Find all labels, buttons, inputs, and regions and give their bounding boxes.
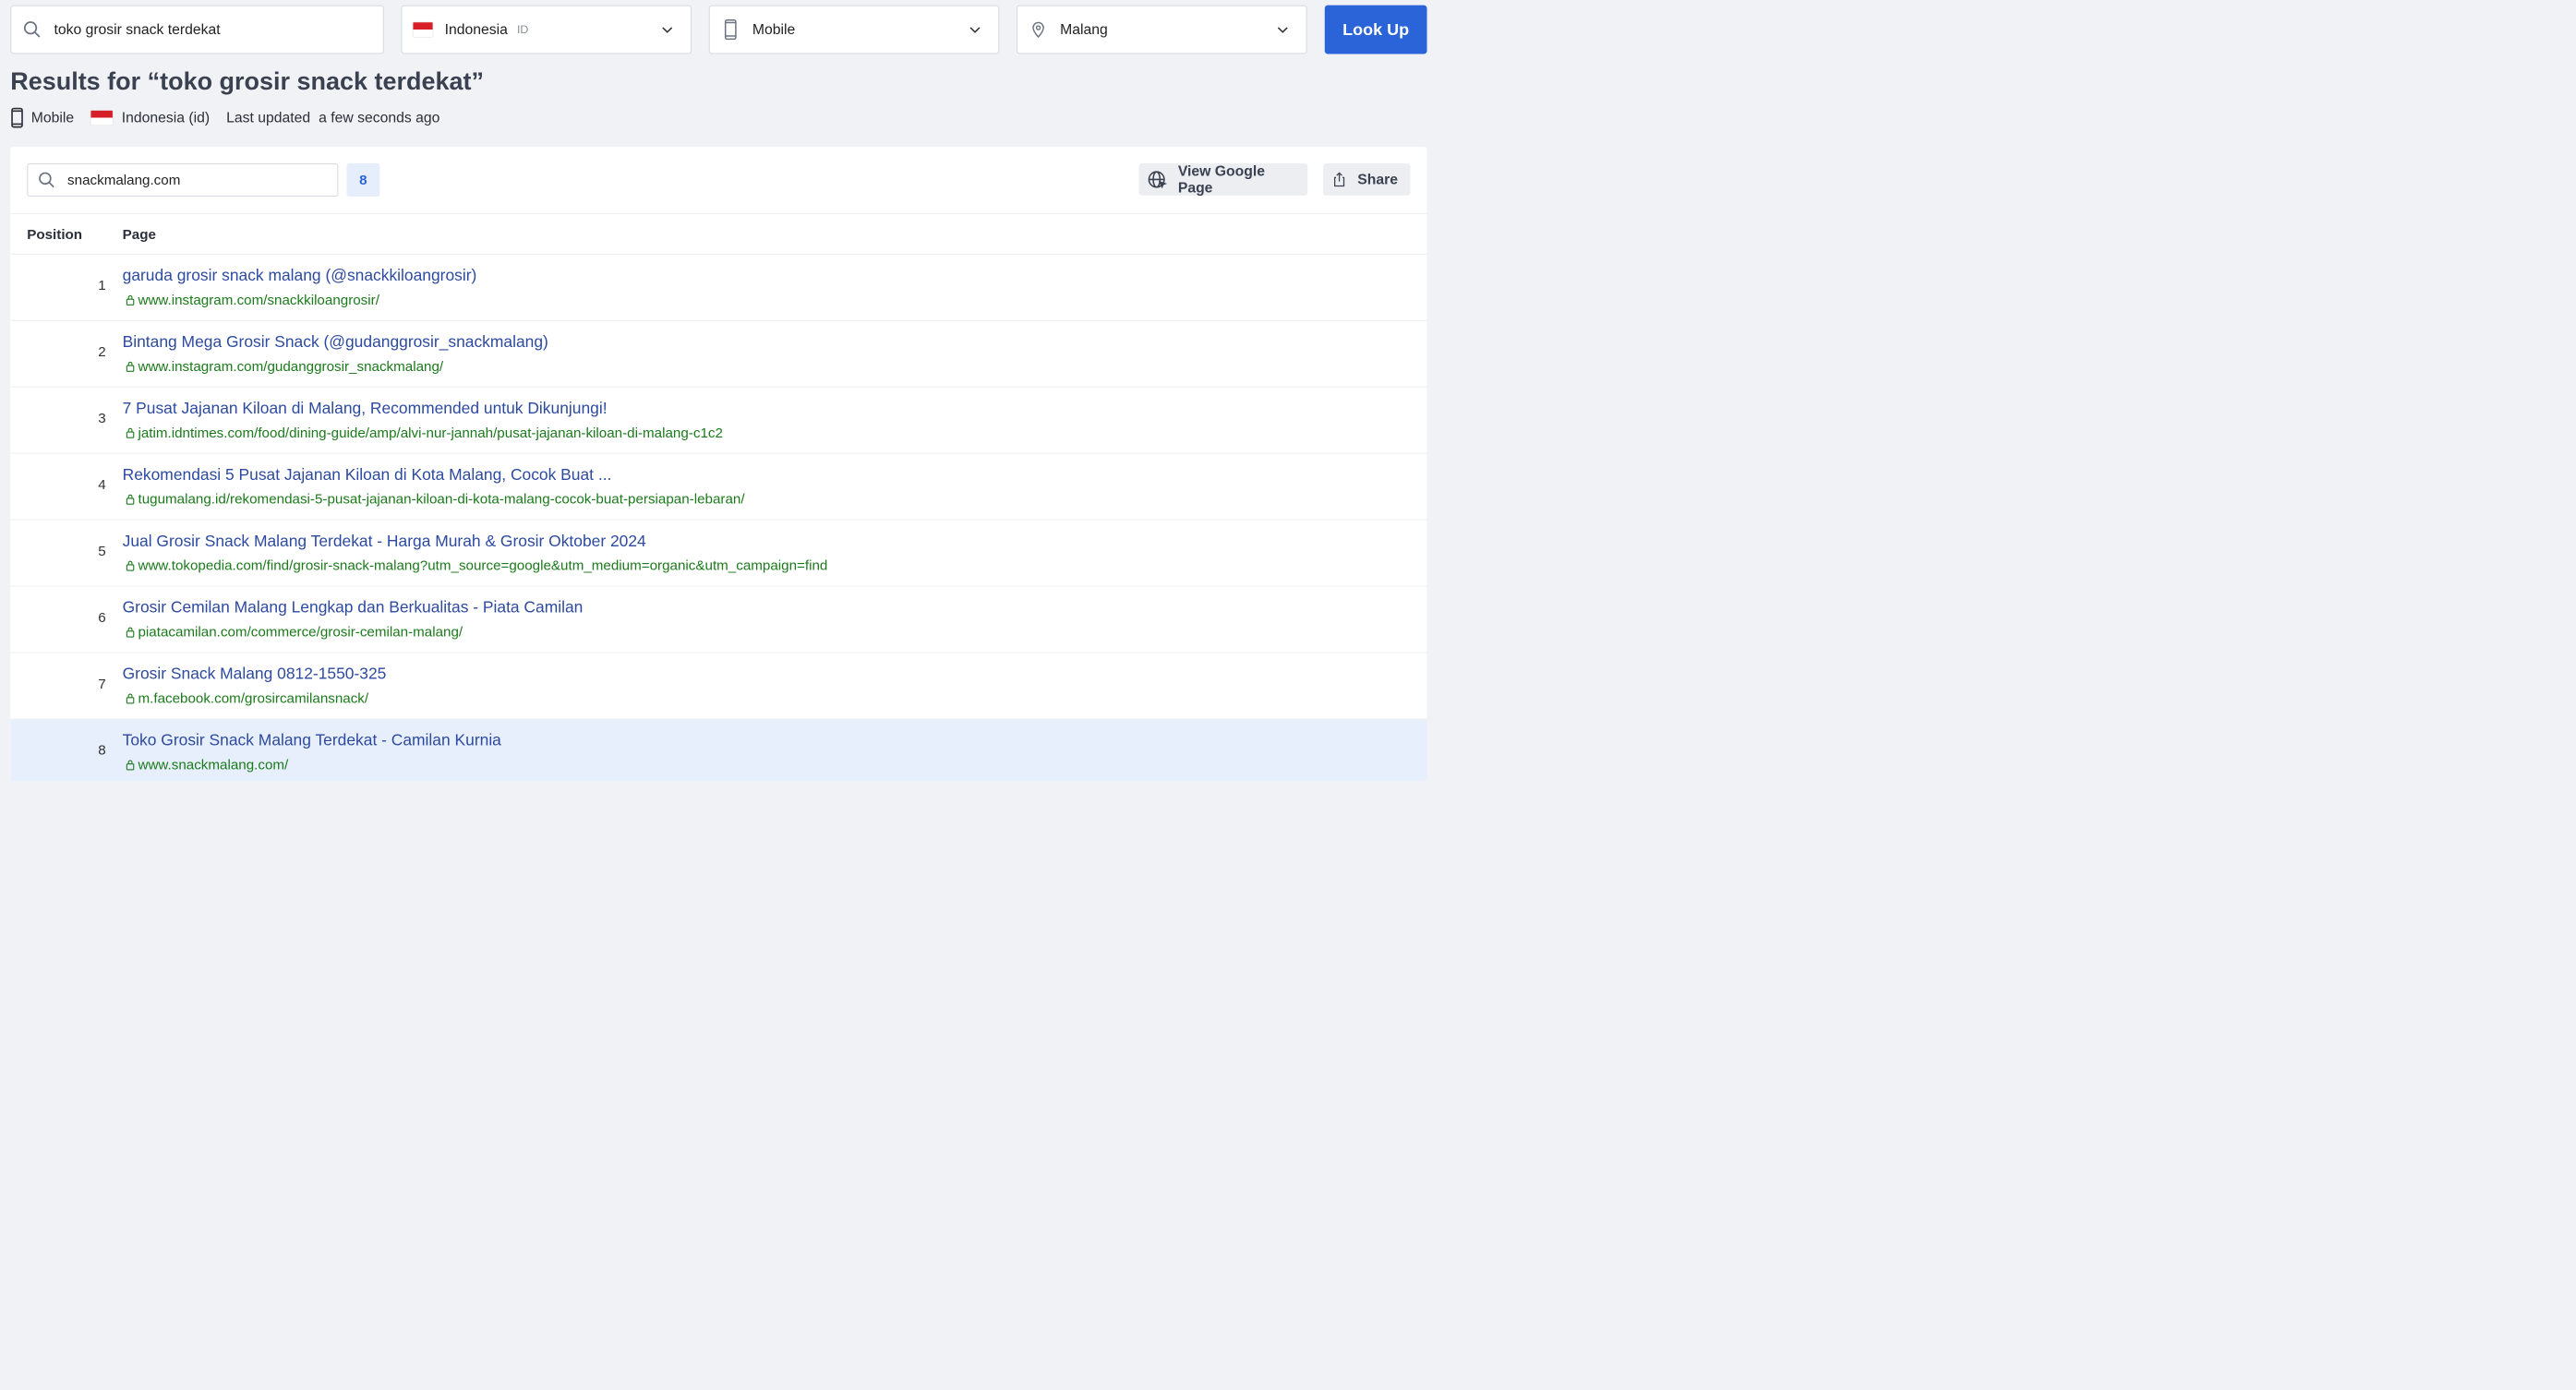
- lock-icon: [126, 627, 135, 638]
- meta-country-label: Indonesia (id): [121, 109, 211, 126]
- last-updated-value: a few seconds ago: [319, 109, 440, 126]
- meta-device-label: Mobile: [30, 109, 75, 126]
- row-position: 2: [98, 343, 106, 360]
- result-url[interactable]: tugumalang.id/rekomendasi-5-pusat-jajana…: [126, 491, 745, 507]
- column-header-position: Position: [27, 226, 83, 243]
- table-row[interactable]: 1 garuda grosir snack malang (@snackkilo…: [10, 255, 1427, 321]
- lock-icon: [126, 760, 135, 771]
- table-row[interactable]: 3 7 Pusat Jajanan Kiloan di Malang, Reco…: [10, 388, 1427, 454]
- result-title-link[interactable]: Grosir Cemilan Malang Lengkap dan Berkua…: [123, 598, 584, 617]
- result-title-link[interactable]: Jual Grosir Snack Malang Terdekat - Harg…: [123, 532, 646, 550]
- view-google-page-label: View Google Page: [1177, 162, 1265, 196]
- table-row[interactable]: 6 Grosir Cemilan Malang Lengkap dan Berk…: [10, 587, 1427, 653]
- result-title-link[interactable]: garuda grosir snack malang (@snackkiloan…: [123, 266, 477, 284]
- lock-icon: [126, 427, 135, 438]
- globe-icon: [1148, 171, 1168, 189]
- keyword-input[interactable]: toko grosir snack terdekat: [10, 5, 384, 54]
- page: toko grosir snack terdekat Indonesia ID …: [0, 0, 1448, 782]
- row-position: 6: [98, 609, 106, 626]
- meta-country: Indonesia (id): [90, 110, 210, 126]
- location-value: Malang: [1060, 21, 1108, 38]
- row-position: 5: [98, 543, 106, 559]
- chevron-down-icon: [662, 27, 673, 33]
- lock-icon: [126, 294, 135, 306]
- domain-filter-value: snackmalang.com: [67, 172, 181, 188]
- results-list: 1 garuda grosir snack malang (@snackkilo…: [10, 255, 1427, 782]
- result-title-link[interactable]: Rekomendasi 5 Pusat Jajanan Kiloan di Ko…: [123, 465, 612, 484]
- keyword-value: toko grosir snack terdekat: [54, 21, 221, 38]
- result-title-link[interactable]: 7 Pusat Jajanan Kiloan di Malang, Recomm…: [123, 399, 608, 417]
- result-url-text: www.snackmalang.com/: [138, 756, 289, 773]
- mobile-device-icon: [720, 18, 740, 41]
- table-row[interactable]: 7 Grosir Snack Malang 0812-1550-325 m.fa…: [10, 653, 1427, 720]
- result-title-link[interactable]: Grosir Snack Malang 0812-1550-325: [123, 665, 387, 683]
- device-select[interactable]: Mobile: [708, 5, 1000, 54]
- result-url[interactable]: www.tokopedia.com/find/grosir-snack-mala…: [126, 557, 827, 573]
- result-url-text: jatim.idntimes.com/food/dining-guide/amp…: [138, 425, 723, 441]
- share-button[interactable]: Share: [1323, 163, 1411, 196]
- chevron-down-icon: [969, 27, 981, 33]
- result-url-text: www.instagram.com/gudanggrosir_snackmala…: [138, 358, 444, 375]
- result-url[interactable]: www.instagram.com/gudanggrosir_snackmala…: [126, 358, 443, 374]
- result-title-link[interactable]: Toko Grosir Snack Malang Terdekat - Cami…: [123, 731, 501, 749]
- device-value: Mobile: [752, 21, 796, 38]
- result-url[interactable]: m.facebook.com/grosircamilansnack/: [126, 690, 368, 706]
- lock-icon: [126, 560, 135, 571]
- row-position: 3: [98, 410, 106, 426]
- result-url-text: piatacamilan.com/commerce/grosir-cemilan…: [138, 624, 463, 640]
- result-title-link[interactable]: Bintang Mega Grosir Snack (@gudanggrosir…: [123, 332, 548, 351]
- result-url[interactable]: piatacamilan.com/commerce/grosir-cemilan…: [126, 624, 463, 640]
- row-position: 4: [98, 476, 106, 493]
- location-select[interactable]: Malang: [1016, 5, 1307, 54]
- table-row[interactable]: 2 Bintang Mega Grosir Snack (@gudanggros…: [10, 321, 1427, 388]
- result-url-text: www.tokopedia.com/find/grosir-snack-mala…: [138, 557, 828, 574]
- flag-indonesia-icon: [412, 19, 434, 40]
- share-label: Share: [1357, 171, 1399, 187]
- result-url[interactable]: jatim.idntimes.com/food/dining-guide/amp…: [126, 425, 723, 440]
- location-pin-icon: [1028, 19, 1048, 40]
- lock-icon: [126, 361, 135, 372]
- chevron-down-icon: [1277, 27, 1288, 33]
- table-row[interactable]: 5 Jual Grosir Snack Malang Terdekat - Ha…: [10, 521, 1427, 587]
- results-card: snackmalang.com 8 View Google Page Share…: [10, 147, 1427, 782]
- meta-device: Mobile: [10, 107, 75, 128]
- flag-indonesia-icon: [90, 110, 114, 126]
- column-header-page: Page: [122, 226, 156, 243]
- result-url[interactable]: www.snackmalang.com/: [126, 757, 288, 773]
- search-icon: [39, 172, 54, 188]
- view-google-page-button[interactable]: View Google Page: [1138, 162, 1308, 196]
- table-row[interactable]: 4 Rekomendasi 5 Pusat Jajanan Kiloan di …: [10, 454, 1427, 521]
- mobile-device-icon: [11, 107, 23, 128]
- country-code: ID: [516, 22, 529, 36]
- result-url-text: m.facebook.com/grosircamilansnack/: [138, 690, 369, 706]
- lock-icon: [126, 693, 135, 704]
- row-position: 1: [98, 277, 106, 294]
- page-title: Results for “toko grosir snack terdekat”: [10, 67, 484, 96]
- share-icon: [1333, 172, 1345, 187]
- look-up-button[interactable]: Look Up: [1324, 5, 1427, 54]
- lock-icon: [126, 494, 135, 505]
- country-value: Indonesia: [444, 21, 508, 38]
- table-row[interactable]: 8 Toko Grosir Snack Malang Terdekat - Ca…: [10, 719, 1427, 782]
- match-count-badge: 8: [346, 163, 380, 197]
- row-position: 8: [98, 742, 106, 759]
- results-meta: Mobile Indonesia (id) Last updated a few…: [10, 106, 439, 129]
- result-url[interactable]: www.instagram.com/snackkiloangrosir/: [126, 292, 379, 307]
- search-icon: [22, 19, 42, 40]
- table-header: Position Page: [10, 212, 1427, 255]
- result-url-text: www.instagram.com/snackkiloangrosir/: [138, 292, 379, 308]
- country-select[interactable]: Indonesia ID: [401, 5, 692, 54]
- row-position: 7: [98, 676, 106, 692]
- domain-filter-input[interactable]: snackmalang.com: [27, 163, 339, 197]
- search-bar: toko grosir snack terdekat Indonesia ID …: [10, 5, 1427, 54]
- result-url-text: tugumalang.id/rekomendasi-5-pusat-jajana…: [138, 491, 745, 508]
- last-updated-label: Last updated: [226, 109, 311, 126]
